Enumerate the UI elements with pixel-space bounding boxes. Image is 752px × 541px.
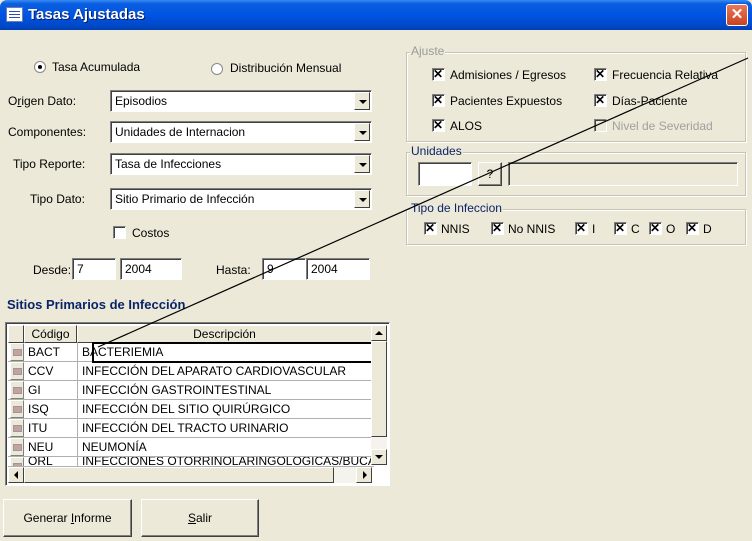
main-window: Tasas Ajustadas ✕ Tasa Acumulada Distrib… [0, 0, 752, 541]
annotation-line [97, 57, 749, 348]
